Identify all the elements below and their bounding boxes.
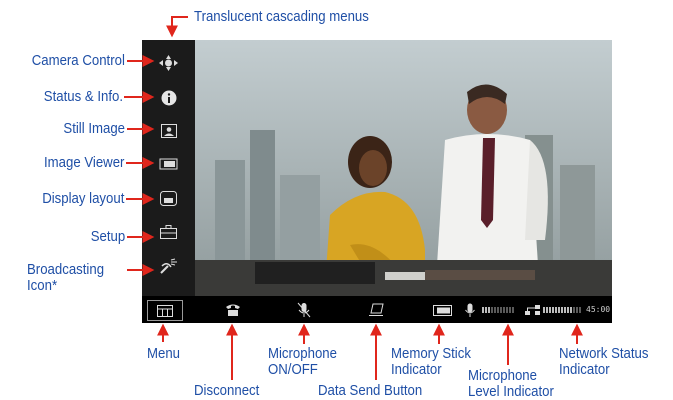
label-microphone-line2: ON/OFF (268, 361, 318, 378)
label-translucent-menus: Translucent cascading menus (194, 8, 369, 25)
label-status-info: Status & Info. (43, 88, 123, 105)
label-camera-control: Camera Control (31, 52, 125, 69)
label-setup: Setup (90, 228, 125, 245)
label-network-line2: Indicator (559, 361, 610, 378)
label-mic-level-line2: Level Indicator (468, 383, 554, 400)
label-memory-stick-line1: Memory Stick (391, 345, 471, 362)
label-still-image: Still Image (63, 120, 125, 137)
label-memory-stick: Memory Stick Indicator (391, 346, 471, 378)
label-disconnect: Disconnect (194, 382, 260, 399)
label-broadcasting-line1: Broadcasting (27, 261, 105, 278)
label-network-line1: Network Status (559, 345, 649, 362)
arrow-translucent-menus (166, 16, 188, 38)
label-mic-level-line1: Microphone (468, 367, 537, 384)
label-data-send: Data Send Button (318, 382, 423, 399)
label-microphone: Microphone ON/OFF (268, 346, 337, 378)
label-microphone-line1: Microphone (268, 345, 337, 362)
label-menu: Menu (147, 345, 181, 362)
label-broadcasting-line2: Icon* (27, 277, 58, 294)
label-broadcasting: Broadcasting Icon* (27, 262, 104, 294)
label-memory-stick-line2: Indicator (391, 361, 442, 378)
label-display-layout: Display layout (41, 190, 124, 207)
label-mic-level: Microphone Level Indicator (468, 368, 554, 400)
label-image-viewer: Image Viewer (43, 154, 124, 171)
label-network-status: Network Status Indicator (559, 346, 649, 378)
